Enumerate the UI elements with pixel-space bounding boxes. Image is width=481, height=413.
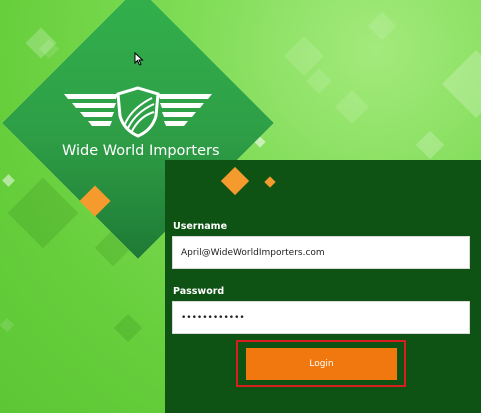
background-diamond <box>0 317 15 333</box>
background-diamond <box>367 11 397 41</box>
password-field[interactable]: •••••••••••• <box>172 301 470 334</box>
background-diamond <box>442 50 481 118</box>
background-diamond <box>335 90 369 124</box>
login-button[interactable]: Login <box>246 348 397 380</box>
winged-shield-icon <box>64 86 212 138</box>
password-label: Password <box>173 286 225 297</box>
mouse-pointer-icon <box>134 52 144 66</box>
background-diamond <box>306 68 332 94</box>
background-diamond <box>2 174 15 187</box>
brand-title: Wide World Importers <box>62 143 220 159</box>
background-diamond <box>415 130 445 160</box>
username-field[interactable]: April@WideWorldImporters.com <box>172 236 470 269</box>
username-label: Username <box>173 221 228 232</box>
background-diamond <box>113 313 143 343</box>
